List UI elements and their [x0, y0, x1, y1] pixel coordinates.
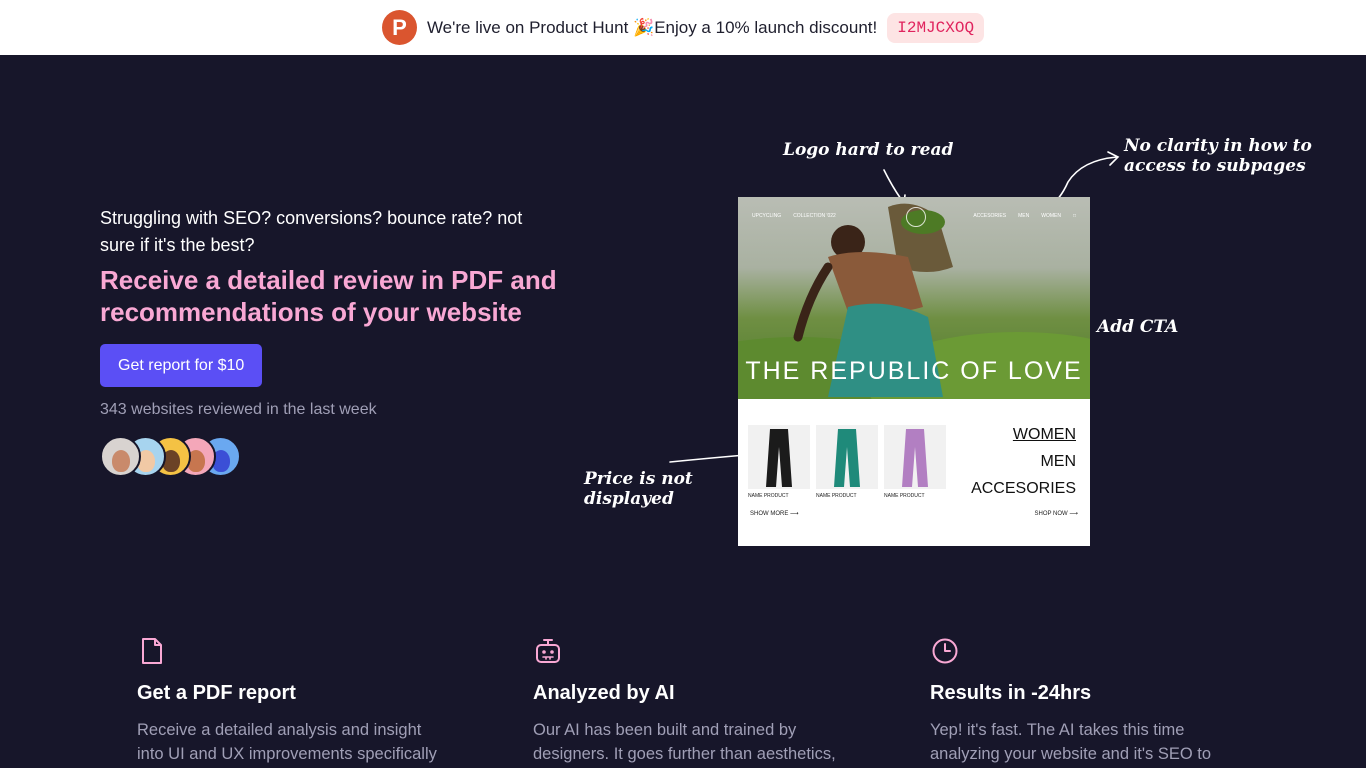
trousers-icon: [766, 429, 792, 487]
mockup-product-image: [748, 425, 810, 489]
feature-description: Receive a detailed analysis and insight …: [137, 721, 437, 763]
trousers-icon: [902, 429, 928, 487]
mockup-logo-icon: [906, 207, 926, 227]
mockup-show-more: SHOW MORE ⟶: [750, 511, 799, 517]
mockup-nav-item: ACCESORIES: [973, 213, 1007, 219]
mockup-hero-photo: UPCYCLING COLLECTION '022 ACCESORIES MEN…: [738, 197, 1090, 399]
mockup-nav-item: UPCYCLING: [752, 213, 782, 219]
mockup-product-name: NAME PRODUCT: [748, 493, 789, 499]
avatar-group: [100, 436, 241, 477]
website-screenshot-mockup: UPCYCLING COLLECTION '022 ACCESORIES MEN…: [738, 197, 1090, 546]
mockup-product-name: NAME PRODUCT: [816, 493, 857, 499]
annotation-cta: Add CTA: [1097, 317, 1179, 337]
robot-icon: [536, 639, 560, 663]
feature-description: Our AI has been built and trained by des…: [533, 721, 836, 763]
mockup-shop-now: SHOP NOW ⟶: [1034, 511, 1078, 517]
avatar: [100, 436, 141, 477]
annotation-logo: Logo hard to read: [783, 140, 954, 160]
feature-title: Results in -24hrs: [930, 682, 1092, 704]
feature-pdf-report: Get a PDF report Receive a detailed anal…: [137, 636, 447, 768]
annotation-price: Price is not displayed: [584, 469, 693, 509]
trousers-icon: [834, 429, 860, 487]
mockup-category-men: MEN: [1040, 453, 1076, 470]
mockup-nav-item: WOMEN: [1041, 213, 1061, 219]
mockup-product: NAME PRODUCT: [748, 425, 810, 499]
mockup-category-women: WOMEN: [1012, 426, 1076, 443]
mockup-nav-item: MEN: [1018, 213, 1030, 219]
document-icon: [142, 638, 162, 664]
annotation-clarity: No clarity in how to access to subpages: [1124, 136, 1312, 176]
mockup-nav-item: COLLECTION '022: [793, 213, 836, 219]
mockup-categories: WOMEN MEN ACCESORIES: [971, 421, 1076, 502]
feature-title: Analyzed by AI: [533, 682, 675, 704]
mockup-hero-text: THE REPUBLIC OF LOVE: [745, 357, 1083, 385]
mockup-product-name: NAME PRODUCT: [884, 493, 925, 499]
clock-icon: [932, 638, 958, 664]
avatar-face-icon: [111, 449, 130, 472]
mockup-product: NAME PRODUCT: [816, 425, 878, 499]
cart-icon: □: [1072, 213, 1076, 219]
mockup-category-accesories: ACCESORIES: [971, 480, 1076, 497]
mockup-product-image: [816, 425, 878, 489]
feature-results-24hrs: Results in -24hrs Yep! it's fast. The AI…: [930, 636, 1240, 768]
mockup-product-list: NAME PRODUCT NAME PRODUCT NAME PRODUCT: [748, 425, 946, 499]
mockup-product: NAME PRODUCT: [884, 425, 946, 499]
feature-analyzed-by-ai: Analyzed by AI Our AI has been built and…: [533, 636, 843, 768]
feature-description: Yep! it's fast. The AI takes this time a…: [930, 721, 1212, 763]
feature-title: Get a PDF report: [137, 682, 296, 704]
mockup-product-image: [884, 425, 946, 489]
